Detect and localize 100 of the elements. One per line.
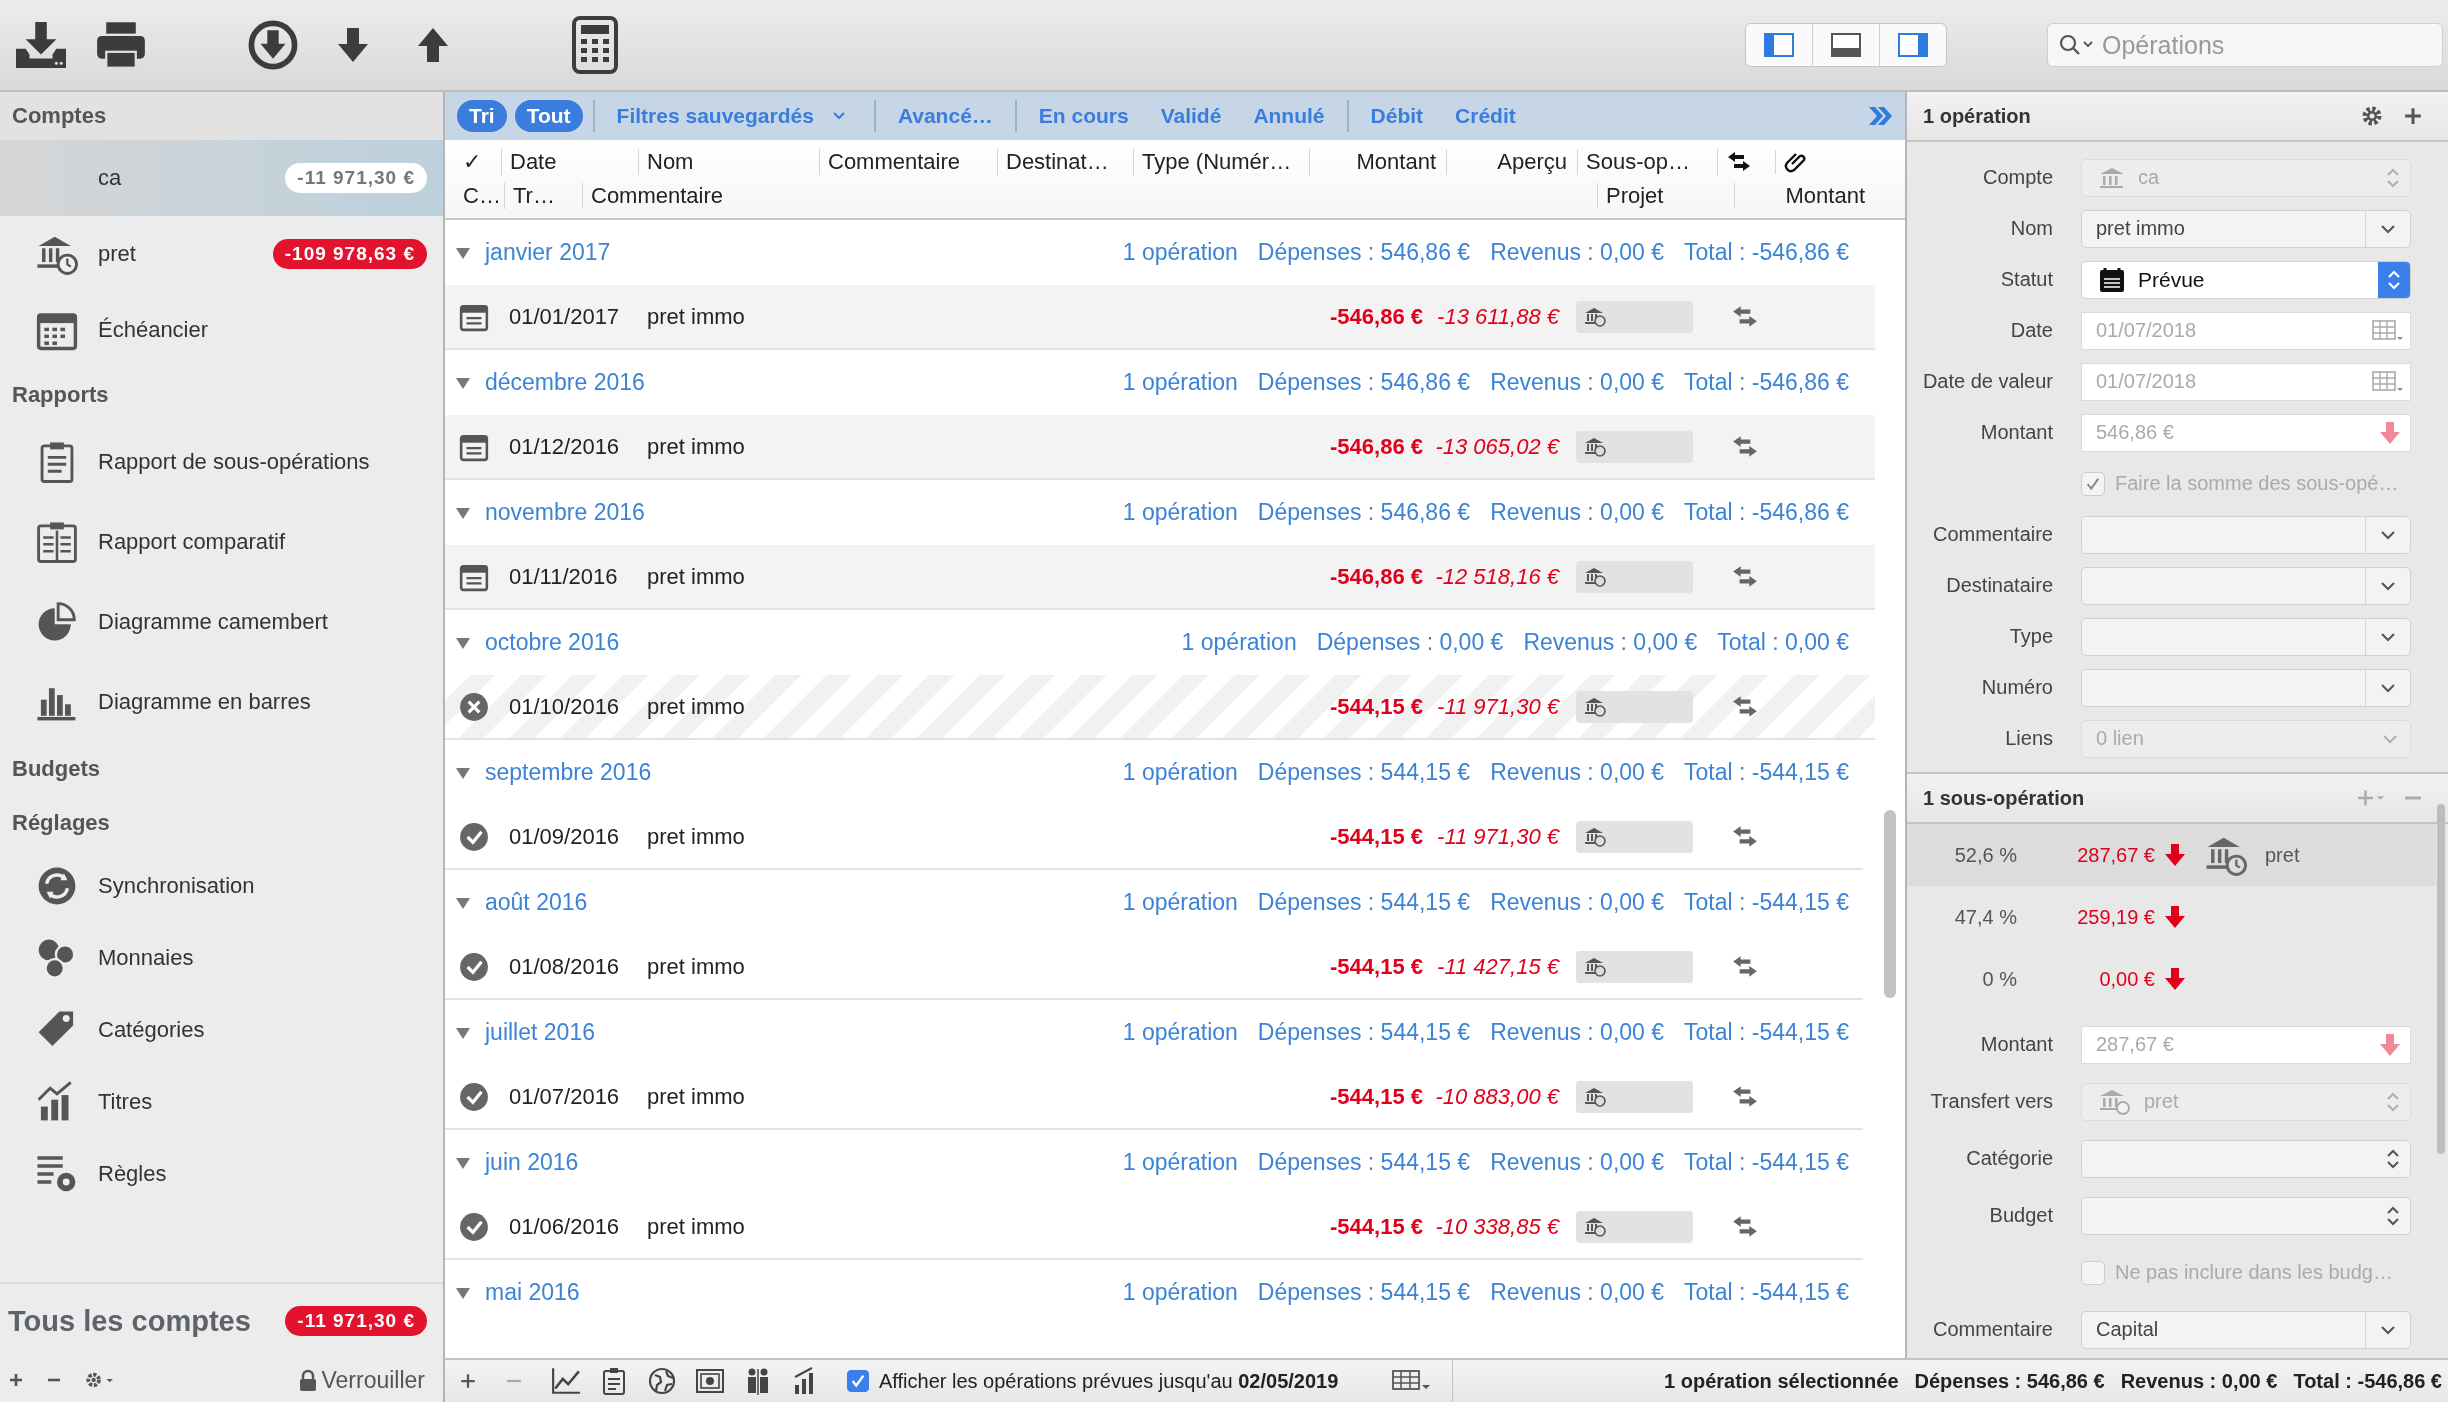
disclosure-triangle-icon[interactable] <box>455 505 471 520</box>
arrow-down-icon[interactable] <box>338 28 368 62</box>
status-text: Revenus : 0,00 € <box>2120 1369 2278 1393</box>
select-field[interactable] <box>2081 1139 2411 1178</box>
sidebar-item[interactable]: Titres <box>0 1066 443 1138</box>
column-header[interactable]: Commentaire <box>828 149 961 175</box>
disclosure-triangle-icon[interactable] <box>455 1025 471 1040</box>
balance-badge: -11 971,30 € <box>285 1306 427 1336</box>
balance-cell-text: -11 971,30 € <box>1436 693 1559 720</box>
combo-field[interactable] <box>2081 668 2411 707</box>
operation-row[interactable]: 01/09/2016 pret immo -544,15 € -11 971,30 € <box>445 805 1863 870</box>
combo-field[interactable] <box>2081 566 2411 605</box>
all-accounts-label[interactable]: Tous les comptes <box>8 1304 286 1338</box>
expenses-summary: Dépenses : 546,86 € <box>1257 499 1471 526</box>
column-header[interactable]: Projet <box>1606 183 1664 209</box>
operation-row[interactable]: 01/08/2016 pret immo -544,15 € -11 427,15 € <box>445 935 1863 1000</box>
status-select[interactable]: Prévue <box>2081 260 2411 299</box>
transfer-icon <box>1731 304 1759 329</box>
sidebar-item[interactable]: ca -11 971,30 € <box>0 140 443 216</box>
sidebar-item[interactable]: Diagramme camembert <box>0 582 443 662</box>
download-circle-icon[interactable] <box>246 20 300 70</box>
sidebar-item[interactable]: Règles <box>0 1138 443 1210</box>
column-header[interactable]: Destinat… <box>1006 149 1109 175</box>
arrow-up-icon[interactable] <box>418 28 448 62</box>
disclosure-triangle-icon[interactable] <box>455 765 471 780</box>
bank-icon <box>1584 566 1606 587</box>
disclosure-triangle-icon[interactable] <box>455 1155 471 1170</box>
print-icon[interactable] <box>94 20 148 70</box>
scrollbar-thumb[interactable] <box>2437 804 2445 1154</box>
name-cell-text: pret immo <box>647 693 746 720</box>
double-chevron-icon[interactable] <box>1867 105 1893 127</box>
column-header[interactable]: C… <box>463 183 501 209</box>
calculator-icon[interactable] <box>572 16 618 74</box>
combo-field[interactable] <box>2081 617 2411 656</box>
search-icon <box>2059 34 2093 56</box>
sidebar-item[interactable]: Échéancier <box>0 292 443 368</box>
sidebar-item[interactable]: Synchronisation <box>0 850 443 922</box>
disclosure-triangle-icon[interactable] <box>455 1285 471 1300</box>
column-header[interactable]: Date <box>510 149 557 175</box>
sidebar-item[interactable]: pret -109 978,63 € <box>0 216 443 292</box>
calendar-grid-icon <box>2372 369 2404 394</box>
select-field[interactable] <box>2081 1196 2411 1235</box>
column-header[interactable]: Commentaire <box>591 183 724 209</box>
download-icon[interactable] <box>14 20 68 70</box>
sub-operation-row[interactable]: 0 % 0,00 € <box>1907 948 2436 1010</box>
sidebar-item[interactable]: Rapport de sous-opérations <box>0 422 443 502</box>
operation-row[interactable]: 01/11/2016 pret immo -546,86 € -12 518,16 € <box>445 545 1875 610</box>
filter-button[interactable]: Tri <box>457 100 507 132</box>
transfer-icon <box>1731 564 1759 589</box>
checkbox[interactable] <box>847 1370 869 1392</box>
disclosure-triangle-icon[interactable] <box>455 245 471 260</box>
column-header[interactable]: Nom <box>647 149 694 175</box>
sidebar-item[interactable]: Rapport comparatif <box>0 502 443 582</box>
bank-icon <box>1584 436 1606 457</box>
chevron-down-icon <box>2380 529 2396 540</box>
search-field[interactable]: Opérations <box>2047 23 2443 67</box>
column-header[interactable]: Type (Numér… <box>1142 149 1292 175</box>
column-header[interactable]: Tr… <box>513 183 555 209</box>
sub-operation-row[interactable]: 52,6 % 287,67 € pret <box>1907 824 2436 886</box>
column-header[interactable]: ✓ <box>463 149 482 175</box>
status-text: Dépenses : 546,86 € <box>1914 1369 2105 1393</box>
operation-count: 1 opération <box>1122 1279 1238 1306</box>
scrollbar-thumb[interactable] <box>1884 810 1896 998</box>
disclosure-triangle-icon[interactable] <box>455 375 471 390</box>
lock-button[interactable]: Verrouiller <box>299 1366 425 1394</box>
add-icon[interactable] <box>2404 107 2422 125</box>
filter-button[interactable]: Tout <box>514 100 583 132</box>
combo-field[interactable] <box>2081 515 2411 554</box>
expenses-summary: Dépenses : 544,15 € <box>1257 1019 1471 1046</box>
settings-icon[interactable] <box>84 1370 114 1390</box>
total-summary: Total : -546,86 € <box>1684 369 1849 396</box>
table-menu-icon[interactable] <box>1392 1369 1433 1393</box>
disclosure-triangle-icon[interactable] <box>455 895 471 910</box>
add-icon[interactable] <box>459 1372 477 1390</box>
amount-cell-text: -544,15 € <box>1329 823 1423 850</box>
operation-row[interactable]: 01/06/2016 pret immo -544,15 € -10 338,85 € <box>445 1195 1863 1260</box>
disclosure-triangle-icon[interactable] <box>455 635 471 650</box>
lock-icon <box>299 1369 318 1391</box>
combo-field[interactable]: pret immo <box>2081 209 2411 248</box>
column-header[interactable]: Montant <box>1356 149 1436 175</box>
field-label: Date <box>2009 319 2054 342</box>
column-header[interactable]: Montant <box>1785 183 1865 209</box>
bank-clock-icon <box>2098 1087 2132 1116</box>
combo-field[interactable]: Capital <box>2081 1310 2411 1349</box>
globe-icon[interactable] <box>647 1367 677 1395</box>
transfer-icon <box>1731 434 1759 459</box>
column-header[interactable]: Aperçu <box>1497 149 1567 175</box>
add-icon[interactable] <box>8 1372 24 1388</box>
operation-row[interactable]: 01/10/2016 pret immo -544,15 € -11 971,30 € <box>445 675 1875 740</box>
sub-operation-row[interactable]: 47,4 % 259,19 € <box>1907 886 2436 948</box>
column-header[interactable]: Sous-op… <box>1586 149 1690 175</box>
sidebar-item[interactable]: Diagramme en barres <box>0 662 443 742</box>
transfer-icon[interactable] <box>1726 150 1752 174</box>
operation-row[interactable]: 01/12/2016 pret immo -546,86 € -13 065,02 € <box>445 415 1875 480</box>
sidebar-item[interactable]: Monnaies <box>0 922 443 994</box>
operation-row[interactable]: 01/01/2017 pret immo -546,86 € -13 611,88 € <box>445 285 1875 350</box>
sidebar-item[interactable]: Catégories <box>0 994 443 1066</box>
operation-row[interactable]: 01/07/2016 pret immo -544,15 € -10 883,00 € <box>445 1065 1863 1130</box>
currency-note-icon[interactable] <box>695 1367 725 1395</box>
line-chart-icon[interactable] <box>551 1367 581 1395</box>
